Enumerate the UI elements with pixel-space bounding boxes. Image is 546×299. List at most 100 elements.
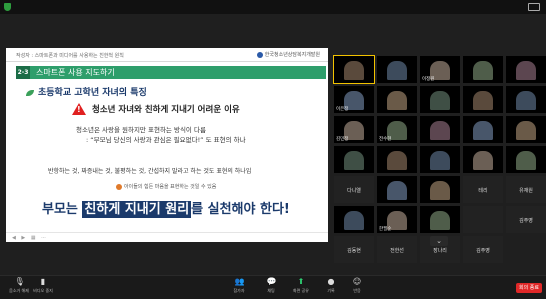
participant-name: 한필순 (379, 227, 392, 232)
participant-video (516, 150, 536, 171)
chat-button[interactable]: 💬 채팅 (256, 278, 286, 298)
participant-video (344, 150, 364, 171)
participant-tile[interactable] (377, 86, 417, 113)
participant-name: 김주영 (519, 217, 533, 224)
participant-tile[interactable] (463, 206, 503, 233)
participant-video (430, 150, 450, 171)
participant-tile[interactable] (463, 116, 503, 143)
security-shield-icon[interactable] (4, 3, 11, 11)
section-band: 2-3 스마트폰 사용 지도하기 (16, 66, 326, 79)
participant-video (473, 150, 493, 171)
share-screen-button[interactable]: ⬆ 화면 공유 (286, 278, 316, 298)
participant-tile[interactable] (377, 176, 417, 203)
slide-series-title: 작성자 : 스마트폰과 미디어를 사용하는 친한척 원칙 (16, 53, 124, 59)
section-number: 2-3 (16, 66, 30, 79)
participant-tile[interactable]: 이정원 (420, 56, 460, 83)
video-label: 비디오 중지 (33, 288, 53, 293)
participant-tile[interactable] (420, 206, 460, 233)
participant-tile[interactable]: 김동현 (334, 236, 374, 263)
participant-tile[interactable] (334, 206, 374, 233)
share-screen-icon: ⬆ (297, 277, 305, 286)
participant-tile[interactable] (463, 146, 503, 173)
participant-tile[interactable] (333, 55, 375, 84)
participant-tile[interactable]: 다니엘 (334, 176, 374, 203)
participant-tile[interactable] (506, 116, 546, 143)
participant-tile[interactable] (506, 86, 546, 113)
participant-name: 다니엘 (347, 187, 361, 194)
participant-tile[interactable] (506, 146, 546, 173)
body-line-4-text: 아이들의 힘든 마음을 표현하는 것일 수 있음 (124, 184, 217, 190)
participant-video (430, 180, 450, 201)
participant-tile[interactable] (506, 56, 546, 83)
meeting-toolbar: 🎙 음소거 해제 ▮ 비디오 중지 👥 참가자 💬 채팅 ⬆ 화면 공유 ● 기… (0, 275, 546, 299)
leaf-icon (26, 89, 34, 96)
end-meeting-button[interactable]: 회의 종료 (516, 283, 542, 293)
warning-icon-mark: ! (77, 105, 81, 114)
reactions-label: 반응 (353, 288, 361, 293)
body-line-4: 아이들의 힘든 마음을 표현하는 것일 수 있음 (116, 183, 216, 190)
body-line-3: 반항하는 것, 짜증내는 것, 불평하는 것, 간섭하지 말라고 하는 것도 표… (48, 168, 252, 175)
shared-screen: 작성자 : 스마트폰과 미디어를 사용하는 친한척 원칙 한국청소년상담복지개발… (6, 48, 328, 242)
view-toggle-icon[interactable] (528, 3, 540, 11)
participant-video (387, 90, 407, 111)
participant-tile[interactable]: 전수현 (377, 116, 417, 143)
participant-video (344, 210, 364, 231)
participant-tile[interactable] (377, 146, 417, 173)
top-bar (0, 0, 546, 14)
warning-text: 청소년 자녀와 친하게 지내기 어려운 이유 (92, 105, 240, 115)
participant-tile[interactable]: 김주영 (506, 206, 546, 233)
participant-name: 테리 (478, 187, 488, 194)
participant-name: 김동현 (347, 247, 361, 254)
participant-video (516, 90, 536, 111)
participant-tile[interactable] (334, 146, 374, 173)
microphone-icon: 🎙 (14, 277, 25, 286)
participant-tile[interactable] (420, 86, 460, 113)
participant-name: 이정원 (422, 77, 435, 82)
participant-video (387, 60, 407, 81)
participant-tile[interactable] (420, 176, 460, 203)
participant-tile[interactable] (463, 86, 503, 113)
participant-video (387, 180, 407, 201)
participant-tile[interactable]: 테리 (463, 176, 503, 203)
key-message: 부모는 친하게 지내기 원리 를 실천해야 한다! (42, 198, 290, 218)
participant-video (387, 150, 407, 171)
participant-name: 김주영 (476, 247, 490, 254)
org-logo-icon (256, 51, 263, 58)
participant-tile[interactable] (420, 116, 460, 143)
participant-video (473, 120, 493, 141)
org-name: 한국청소년상담복지개발원 (264, 52, 320, 58)
subtitle-text: 초등학교 고학년 자녀의 특징 (38, 88, 147, 98)
participant-tile[interactable] (377, 56, 417, 83)
key-message-prefix: 부모는 (42, 202, 78, 217)
participant-tile[interactable] (463, 56, 503, 83)
participant-tile[interactable]: 유재원 (506, 176, 546, 203)
reaction-icon: ☺ (352, 277, 362, 286)
participant-tile[interactable]: 전한선 (377, 236, 417, 263)
participant-tile[interactable]: 김민정 (334, 116, 374, 143)
participants-button[interactable]: 👥 참가자 (224, 278, 254, 298)
participant-tile[interactable] (420, 146, 460, 173)
participant-video (516, 60, 536, 81)
slide-header: 작성자 : 스마트폰과 미디어를 사용하는 친한척 원칙 한국청소년상담복지개발… (6, 48, 328, 62)
participant-name: 장나리 (433, 247, 447, 254)
participant-tile[interactable]: 한필순 (377, 206, 417, 233)
participant-tile[interactable]: 이은정 (334, 86, 374, 113)
participant-name: 전수현 (379, 137, 392, 142)
participant-name: 이은정 (336, 107, 349, 112)
participant-video (473, 60, 493, 81)
body-line-2: : “부모님 당신의 사랑과 관심은 필요없다!” 도 표현의 하나 (86, 136, 246, 144)
key-message-suffix: 를 실천해야 한다! (191, 202, 290, 217)
gallery-next-button[interactable]: ⌄ (430, 236, 448, 246)
child-face-icon (116, 183, 122, 190)
participant-video (430, 210, 450, 231)
participant-video (473, 90, 493, 111)
reactions-button[interactable]: ☺ 반응 (342, 278, 372, 298)
video-button[interactable]: ▮ 비디오 중지 (28, 278, 58, 298)
slide-nav-controls[interactable]: ◀ ▶ ▦ ⋯ (12, 235, 48, 241)
participant-tile[interactable]: 김주영 (463, 236, 503, 263)
participants-label: 참가자 (233, 288, 245, 293)
slide-subtitle: 초등학교 고학년 자녀의 특징 (26, 85, 147, 98)
share-label: 화면 공유 (293, 288, 309, 293)
slide-org-label: 한국청소년상담복지개발원 (256, 51, 320, 58)
chat-icon: 💬 (266, 277, 277, 286)
